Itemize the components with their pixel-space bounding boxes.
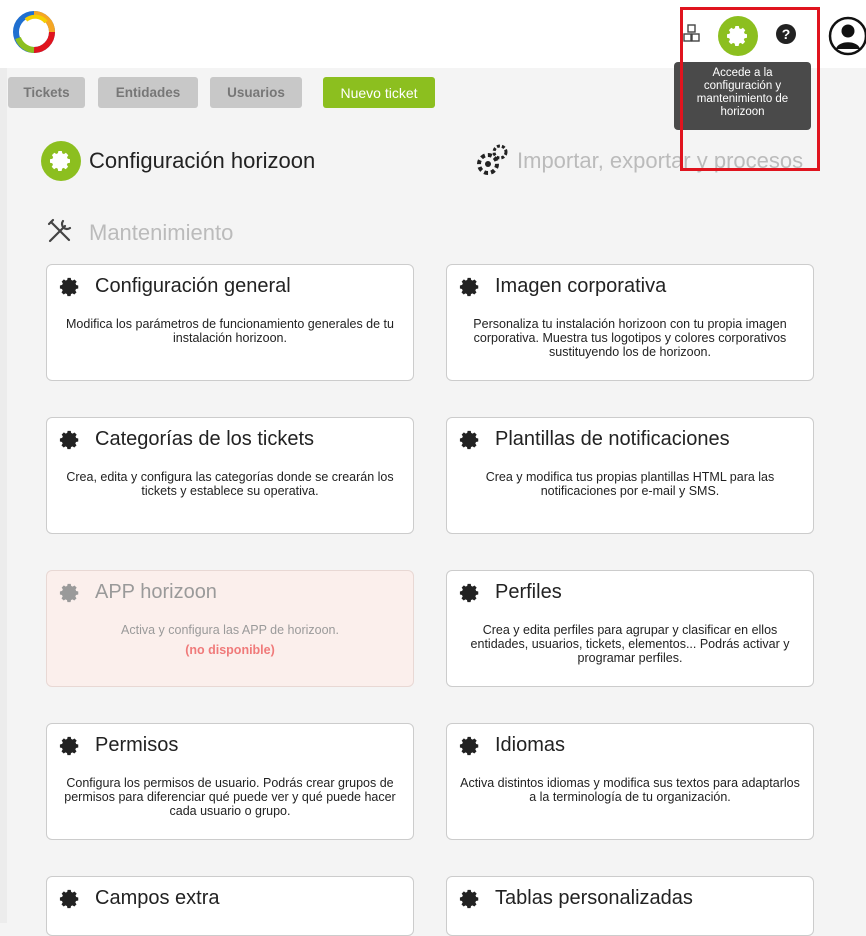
card-description-text: Personaliza tu instalación horizoon con … [473,317,787,359]
config-card[interactable]: Perfiles Crea y edita perfiles para agrup… [446,570,814,687]
card-header: APP horizoon [59,581,217,604]
card-title: Plantillas de notificaciones [495,428,730,450]
card-description-text: Crea, edita y configura las categorías d… [66,470,394,498]
card-description: Activa distintos idiomas y modifica sus … [455,776,805,804]
nav-tickets-button[interactable]: Tickets [8,77,85,108]
card-title: Configuración general [95,275,291,297]
gear-icon [459,889,479,908]
config-card[interactable]: Plantillas de notificaciones Crea y modif… [446,417,814,534]
card-title: Categorías de los tickets [95,428,314,450]
card-header: Imagen corporativa [459,275,666,298]
config-card[interactable]: Configuración general Modifica los paráme… [46,264,414,381]
nav-usuarios-button[interactable]: Usuarios [210,77,302,108]
config-card: APP horizoon Activa y configura las APP d… [46,570,414,687]
section-config-title[interactable]: Configuración horizoon [89,148,315,174]
gear-icon [459,430,479,449]
card-header: Perfiles [459,581,562,604]
gear-icon [459,736,479,755]
section-maintenance-title: Mantenimiento [89,220,234,245]
gear-icon [59,889,79,908]
card-header: Categorías de los tickets [59,428,314,451]
user-avatar-icon[interactable] [828,16,866,56]
card-description: Modifica los parámetros de funcionamient… [55,317,405,345]
card-description-text: Activa y configura las APP de horizoon. [121,623,339,637]
card-title: Permisos [95,734,179,756]
card-title: Idiomas [495,734,566,756]
config-card[interactable]: Imagen corporativa Personaliza tu instala… [446,264,814,381]
card-header: Plantillas de notificaciones [459,428,730,451]
card-title: Tablas personalizadas [495,887,693,909]
new-ticket-button[interactable]: Nuevo ticket [323,77,435,108]
nav-entidades-button[interactable]: Entidades [98,77,198,108]
config-card[interactable]: Campos extra [46,876,414,936]
card-description-text: Crea y modifica tus propias plantillas H… [485,470,775,498]
card-description-text: Crea y edita perfiles para agrupar y cla… [470,623,790,665]
card-header: Permisos [59,734,178,757]
card-title: Campos extra [95,887,220,909]
gear-icon [59,736,79,755]
config-gear-icon [41,141,81,181]
gear-icon [459,277,479,296]
gear-icon [59,277,79,296]
config-card[interactable]: Permisos Configura los permisos de usuari… [46,723,414,840]
card-description: Crea y modifica tus propias plantillas H… [455,470,805,498]
gear-icon [459,583,479,602]
card-header: Campos extra [59,887,220,910]
horizoon-logo[interactable] [12,10,56,54]
card-description: Personaliza tu instalación horizoon con … [455,317,805,359]
left-edge [0,68,7,923]
card-description: Activa y configura las APP de horizoon. (… [55,623,405,657]
card-description-text: Configura los permisos de usuario. Podrá… [64,776,396,818]
card-description: Crea, edita y configura las categorías d… [55,470,405,498]
card-title: Imagen corporativa [495,275,667,297]
highlight-box [680,7,820,171]
card-header: Configuración general [59,275,291,298]
config-card[interactable]: Idiomas Activa distintos idiomas y modifi… [446,723,814,840]
card-description: Configura los permisos de usuario. Podrá… [55,776,405,818]
card-description-text: Activa distintos idiomas y modifica sus … [460,776,800,804]
gear-icon [59,430,79,449]
tools-icon [47,218,72,243]
card-description: Crea y edita perfiles para agrupar y cla… [455,623,805,665]
config-card[interactable]: Categorías de los tickets Crea, edita y c… [46,417,414,534]
card-description-text: Modifica los parámetros de funcionamient… [66,317,394,345]
gear-icon [59,583,79,602]
card-header: Idiomas [459,734,565,757]
cogs-icon [477,144,508,175]
config-card[interactable]: Tablas personalizadas [446,876,814,936]
card-title: Perfiles [495,581,562,603]
unavailable-badge: (no disponible) [185,643,275,657]
card-title: APP horizoon [95,581,217,603]
card-header: Tablas personalizadas [459,887,693,910]
